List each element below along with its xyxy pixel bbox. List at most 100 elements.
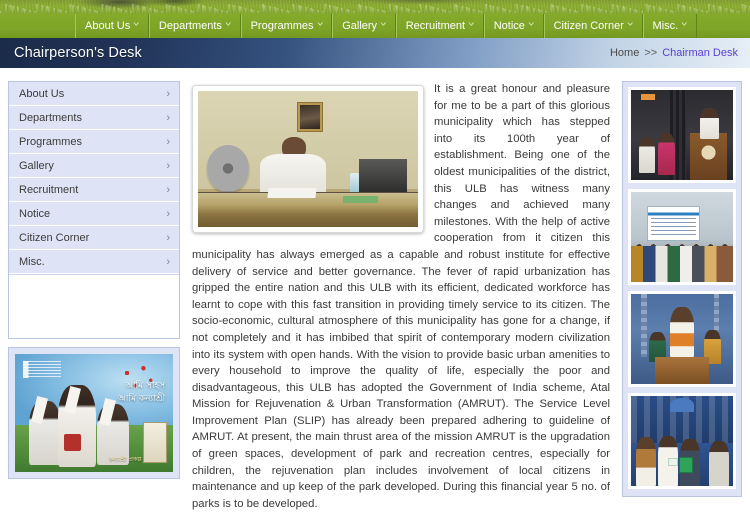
chairperson-message-article: It is a great honour and pleasure for me… bbox=[192, 81, 610, 512]
grass-blade bbox=[743, 4, 747, 14]
grass-blade bbox=[208, 6, 212, 14]
chevron-down-icon: ˅ bbox=[380, 21, 387, 29]
nav-item-gallery[interactable]: Gallery ˅ bbox=[332, 14, 396, 38]
thumb-leaflet bbox=[667, 458, 678, 467]
nav-item-notice[interactable]: Notice ˅ bbox=[483, 14, 544, 38]
breadcrumb-home-link[interactable]: Home bbox=[610, 47, 639, 59]
main-content: It is a great honour and pleasure for me… bbox=[192, 81, 610, 512]
sidebar-item-label: Programmes bbox=[19, 135, 82, 148]
grass-blade bbox=[364, 5, 368, 14]
grass-blade bbox=[132, 4, 134, 14]
grass-blade bbox=[496, 6, 500, 14]
sidebar-item-misc[interactable]: Misc. › bbox=[9, 250, 179, 274]
banner-book bbox=[63, 434, 82, 451]
banner-headline-line1: আমি সাহস bbox=[124, 380, 166, 391]
grass-blade bbox=[688, 6, 692, 14]
nav-item-label: Misc. bbox=[652, 19, 679, 32]
page-body: About Us › Departments › Programmes › Ga… bbox=[0, 68, 750, 510]
nav-item-label: Gallery bbox=[342, 19, 378, 32]
grass-blade bbox=[335, 6, 339, 14]
gallery-thumb-outdoor-address[interactable] bbox=[628, 291, 736, 387]
chevron-right-icon: › bbox=[166, 87, 170, 100]
thumb-speaker bbox=[669, 306, 695, 357]
sidebar-item-recruitment[interactable]: Recruitment › bbox=[9, 178, 179, 202]
nav-item-departments[interactable]: Departments ˅ bbox=[148, 14, 241, 38]
grass-blade bbox=[263, 4, 267, 14]
right-sidebar-gallery bbox=[622, 81, 742, 497]
sidebar-item-notice[interactable]: Notice › bbox=[9, 202, 179, 226]
thumb-green-bag bbox=[678, 457, 694, 474]
grass-blade bbox=[40, 4, 44, 14]
thumb-person bbox=[636, 437, 657, 486]
grass-blade bbox=[455, 4, 459, 14]
grass-blade bbox=[227, 3, 231, 14]
thumb-seated-person bbox=[657, 133, 675, 175]
grass-blade bbox=[623, 6, 627, 14]
gallery-thumb-stage-speech-image bbox=[631, 90, 733, 180]
sidebar-item-gallery[interactable]: Gallery › bbox=[9, 154, 179, 178]
grass-blade bbox=[485, 4, 487, 14]
sidebar-item-label: About Us bbox=[19, 87, 65, 100]
grass-blade bbox=[107, 5, 111, 14]
gallery-thumb-health-camp[interactable] bbox=[628, 189, 736, 285]
thumb-seated-person bbox=[639, 136, 656, 173]
chevron-down-icon: ˅ bbox=[627, 21, 634, 29]
chevron-down-icon: ˅ bbox=[528, 21, 535, 29]
sidebar-item-citizen-corner[interactable]: Citizen Corner › bbox=[9, 226, 179, 250]
grass-blade bbox=[616, 4, 620, 14]
thumb-event-banner bbox=[647, 206, 701, 241]
grass-blade bbox=[396, 6, 398, 14]
grass-blade bbox=[292, 3, 296, 14]
left-sidebar: About Us › Departments › Programmes › Ga… bbox=[8, 81, 180, 479]
sidebar-menu: About Us › Departments › Programmes › Ga… bbox=[8, 81, 180, 339]
sidebar-item-label: Citizen Corner bbox=[19, 231, 90, 244]
grass-blade bbox=[35, 3, 39, 14]
grass-blade bbox=[527, 6, 531, 14]
main-navigation-bar: About Us ˅ Departments ˅ Programmes ˅ Ga… bbox=[0, 14, 750, 38]
chevron-right-icon: › bbox=[166, 255, 170, 268]
thumb-speaker bbox=[700, 108, 719, 139]
sidebar-item-label: Misc. bbox=[19, 255, 45, 268]
grass-blade bbox=[683, 5, 687, 14]
grass-blade bbox=[143, 6, 147, 14]
chevron-right-icon: › bbox=[166, 111, 170, 124]
thumb-podium bbox=[655, 357, 709, 384]
grass-blade bbox=[515, 3, 519, 14]
nav-item-programmes[interactable]: Programmes ˅ bbox=[240, 14, 333, 38]
thumb-scaffold bbox=[641, 294, 648, 357]
kanyashree-banner[interactable]: আমি সাহস আমি কন্যাশ্রী কন্যাশ্রী প্রকল্প bbox=[8, 347, 180, 479]
grass-blade bbox=[328, 4, 332, 14]
nav-item-misc[interactable]: Misc. ˅ bbox=[642, 14, 697, 38]
grass-blade bbox=[299, 5, 303, 14]
chevron-right-icon: › bbox=[166, 207, 170, 220]
grass-blade bbox=[431, 6, 435, 14]
thumb-arch bbox=[669, 397, 695, 413]
gallery-thumb-distribution-event[interactable] bbox=[628, 393, 736, 489]
nav-logo-spacer bbox=[0, 14, 75, 38]
breadcrumb: Home >> Chairman Desk bbox=[610, 47, 738, 59]
photo-office-equipment bbox=[358, 159, 407, 195]
chevron-down-icon: ˅ bbox=[468, 21, 475, 29]
thumb-person bbox=[708, 441, 729, 486]
nav-item-citizen-corner[interactable]: Citizen Corner ˅ bbox=[543, 14, 643, 38]
chevron-down-icon: ˅ bbox=[316, 21, 324, 29]
sidebar-item-departments[interactable]: Departments › bbox=[9, 106, 179, 130]
grass-blade bbox=[239, 6, 243, 14]
grass-blade bbox=[100, 3, 104, 14]
grass-blade bbox=[112, 6, 116, 14]
grass-blade bbox=[587, 5, 591, 14]
grass-blade bbox=[203, 5, 207, 14]
breadcrumb-current-link[interactable]: Chairman Desk bbox=[662, 47, 738, 59]
grass-blade bbox=[707, 3, 711, 14]
sidebar-item-about-us[interactable]: About Us › bbox=[9, 82, 179, 106]
banner-headline: আমি সাহস আমি কন্যাশ্রী bbox=[118, 380, 165, 406]
thumb-crowd bbox=[631, 246, 733, 282]
grass-blade bbox=[556, 5, 560, 14]
sidebar-item-programmes[interactable]: Programmes › bbox=[9, 130, 179, 154]
grass-blade bbox=[551, 4, 555, 14]
nav-item-recruitment[interactable]: Recruitment ˅ bbox=[395, 14, 484, 38]
nav-item-about-us[interactable]: About Us ˅ bbox=[75, 14, 149, 38]
gallery-thumb-stage-speech[interactable] bbox=[628, 87, 736, 183]
grass-blade bbox=[388, 3, 392, 14]
chevron-down-icon: ˅ bbox=[133, 21, 140, 29]
